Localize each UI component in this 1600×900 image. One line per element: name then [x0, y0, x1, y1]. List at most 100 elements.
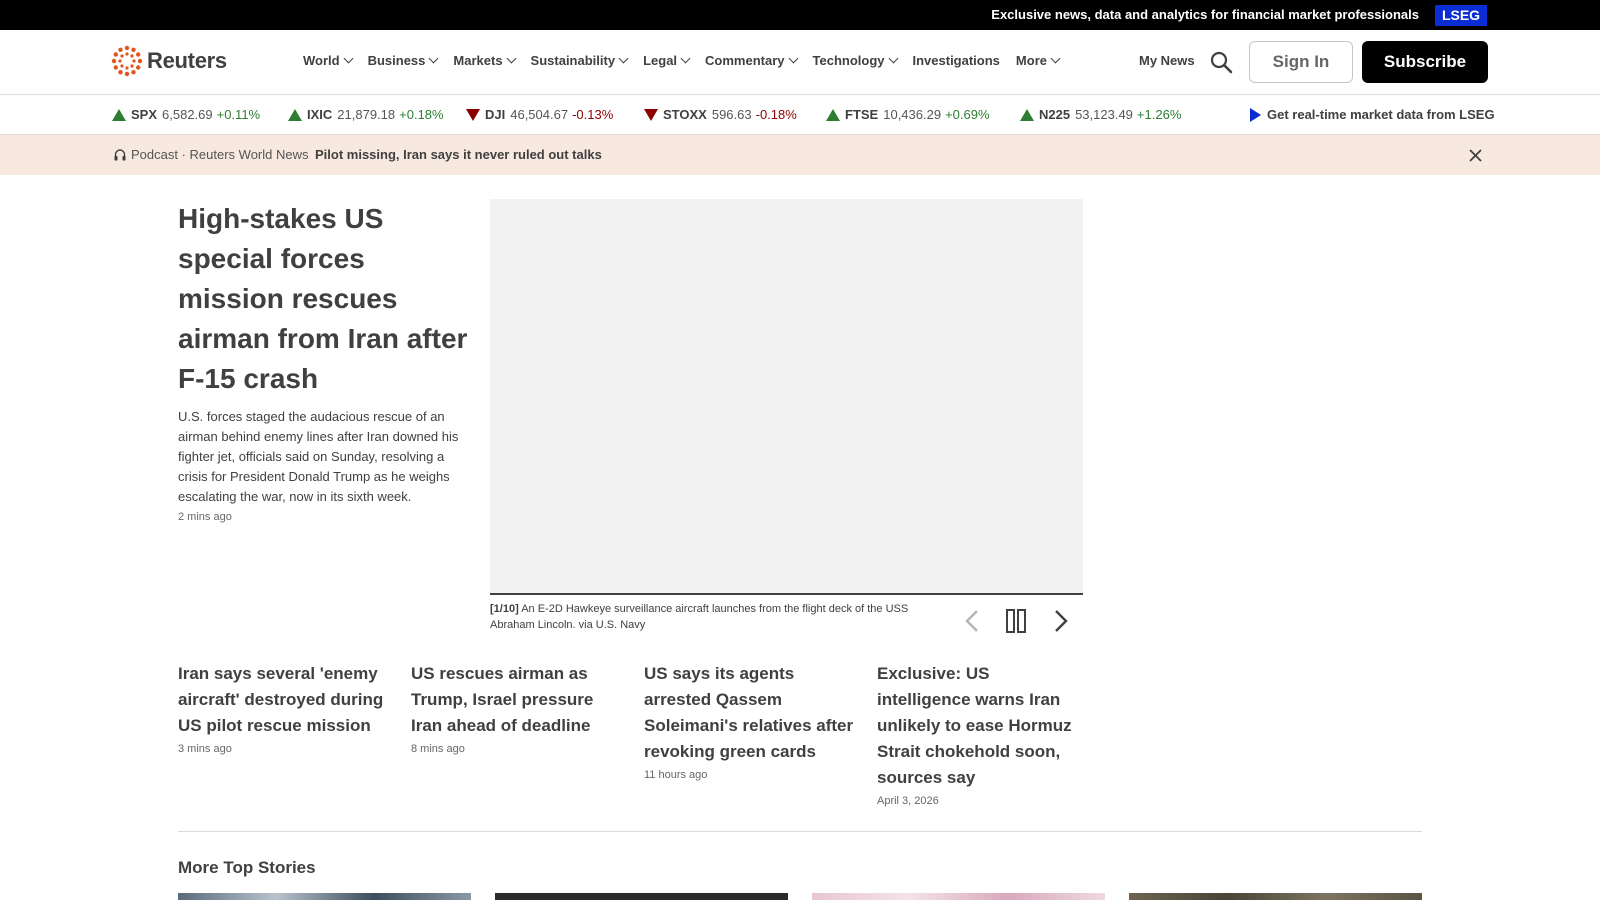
logo-text: Reuters [147, 48, 227, 73]
nav-item-sustainability[interactable]: Sustainability [530, 53, 629, 68]
chevron-down-icon [618, 53, 629, 64]
podcast-title[interactable]: Pilot missing, Iran says it never ruled … [315, 147, 602, 162]
more-top-stories-heading: More Top Stories [178, 858, 316, 877]
ticker-item-n225[interactable]: N225 53,123.49 +1.26% [1020, 107, 1181, 122]
nav-label: More [1015, 53, 1047, 68]
nav-item-legal[interactable]: Legal [643, 53, 691, 68]
my-news-link[interactable]: My News [1139, 53, 1195, 68]
ticker-change: +1.26% [1136, 107, 1182, 122]
lseg-link-text: Get real-time market data from LSEG [1267, 107, 1495, 122]
story-time: 8 mins ago [411, 743, 465, 755]
hero-headline[interactable]: High-stakes US special forces mission re… [178, 199, 473, 399]
nav-item-investigations[interactable]: Investigations [913, 53, 1000, 68]
main-nav: World Business Markets Sustainability Le… [303, 53, 1075, 68]
triangle-down-icon [466, 108, 480, 121]
section-divider [178, 831, 1422, 832]
lseg-badge[interactable]: LSEG [1435, 5, 1487, 26]
play-icon [1250, 107, 1261, 122]
nav-item-business[interactable]: Business [368, 53, 439, 68]
nav-label: Technology [812, 53, 885, 68]
story-title[interactable]: Exclusive: US intelligence warns Iran un… [877, 661, 1087, 791]
story-thumbnail[interactable] [812, 893, 1105, 900]
search-icon[interactable] [1209, 50, 1233, 74]
ticker-value: 53,123.49 [1075, 107, 1133, 122]
story-thumbnail[interactable] [495, 893, 788, 900]
ticker-symbol: SPX [131, 107, 158, 122]
ticker-symbol: DJI [485, 107, 506, 122]
ticker-item-ftse[interactable]: FTSE 10,436.29 +0.69% [826, 107, 990, 122]
ticker-value: 6,582.69 [162, 107, 213, 122]
topbar-promo-text[interactable]: Exclusive news, data and analytics for f… [991, 7, 1419, 22]
caption-index: [1/10] [490, 603, 519, 615]
story-card[interactable]: US says its agents arrested Qassem Solei… [644, 661, 854, 781]
hero-media-gallery[interactable] [490, 199, 1083, 595]
ticker-value: 10,436.29 [883, 107, 942, 122]
market-ticker: SPX 6,582.69 +0.11% IXIC 21,879.18 +0.18… [0, 95, 1600, 135]
ticker-value: 596.63 [711, 107, 752, 122]
triangle-up-icon [288, 108, 302, 121]
story-card[interactable]: Iran says several 'enemy aircraft' destr… [178, 661, 388, 755]
sign-in-button[interactable]: Sign In [1249, 41, 1353, 83]
close-icon[interactable] [1468, 148, 1483, 163]
nav-label: Sustainability [530, 53, 616, 68]
chevron-down-icon [428, 53, 439, 64]
site-header: Reuters World Business Markets Sustainab… [0, 30, 1600, 95]
story-card[interactable]: Exclusive: US intelligence warns Iran un… [877, 661, 1087, 807]
reuters-logo[interactable]: Reuters [111, 45, 227, 77]
ticker-change: -0.13% [572, 107, 614, 122]
chevron-down-icon [1050, 53, 1061, 64]
top-bar: Exclusive news, data and analytics for f… [0, 0, 1600, 30]
nav-item-commentary[interactable]: Commentary [705, 53, 798, 68]
nav-label: Markets [453, 53, 503, 68]
nav-item-technology[interactable]: Technology [812, 53, 898, 68]
podcast-banner[interactable]: Podcast · Reuters World News Pilot missi… [0, 135, 1600, 175]
nav-label: World [303, 53, 340, 68]
ticker-change: +0.18% [399, 107, 444, 122]
ticker-symbol: FTSE [845, 107, 879, 122]
story-thumbnail[interactable] [178, 893, 471, 900]
ticker-item-stoxx[interactable]: STOXX 596.63 -0.18% [644, 107, 797, 122]
media-caption: [1/10] An E-2D Hawkeye surveillance airc… [490, 601, 930, 633]
nav-label: Investigations [912, 53, 1000, 68]
chevron-left-icon[interactable] [959, 607, 987, 635]
chevron-right-icon[interactable] [1046, 607, 1074, 635]
lseg-data-link[interactable]: Get real-time market data from LSEG [1250, 107, 1495, 122]
ticker-change: +0.69% [945, 107, 990, 122]
subscribe-button[interactable]: Subscribe [1362, 41, 1488, 83]
triangle-up-icon [1020, 108, 1034, 121]
nav-item-markets[interactable]: Markets [453, 53, 516, 68]
chevron-down-icon [788, 53, 798, 64]
hero-timestamp: 2 mins ago [178, 511, 232, 523]
nav-label: Legal [643, 53, 678, 68]
chevron-down-icon [888, 53, 898, 64]
ticker-symbol: N225 [1039, 107, 1071, 122]
story-title[interactable]: Iran says several 'enemy aircraft' destr… [178, 661, 388, 739]
caption-text: An E-2D Hawkeye surveillance aircraft la… [490, 603, 909, 631]
ticker-value: 46,504.67 [510, 107, 569, 122]
nav-item-world[interactable]: World [303, 53, 354, 68]
chevron-down-icon [343, 53, 354, 64]
podcast-label: Podcast · Reuters World News [131, 147, 309, 162]
chevron-down-icon [506, 53, 516, 64]
triangle-up-icon [826, 108, 840, 121]
ticker-item-dji[interactable]: DJI 46,504.67 -0.13% [466, 107, 613, 122]
ticker-value: 21,879.18 [337, 107, 396, 122]
ticker-item-spx[interactable]: SPX 6,582.69 +0.11% [112, 107, 260, 122]
reuters-logo-icon [111, 45, 143, 77]
triangle-down-icon [644, 108, 658, 121]
nav-item-more[interactable]: More [1015, 53, 1061, 68]
ticker-item-ixic[interactable]: IXIC 21,879.18 +0.18% [288, 107, 444, 122]
pause-icon[interactable] [1002, 607, 1030, 635]
story-title[interactable]: US says its agents arrested Qassem Solei… [644, 661, 854, 765]
triangle-up-icon [112, 108, 126, 121]
headphones-icon [114, 149, 126, 161]
ticker-change: -0.18% [755, 107, 797, 122]
hero-description: U.S. forces staged the audacious rescue … [178, 409, 459, 504]
chevron-down-icon [680, 53, 691, 64]
ticker-symbol: STOXX [663, 107, 707, 122]
story-time: April 3, 2026 [877, 795, 939, 807]
story-title[interactable]: US rescues airman as Trump, Israel press… [411, 661, 621, 739]
story-card[interactable]: US rescues airman as Trump, Israel press… [411, 661, 621, 755]
nav-label: Commentary [705, 53, 785, 68]
story-thumbnail[interactable] [1129, 893, 1422, 900]
